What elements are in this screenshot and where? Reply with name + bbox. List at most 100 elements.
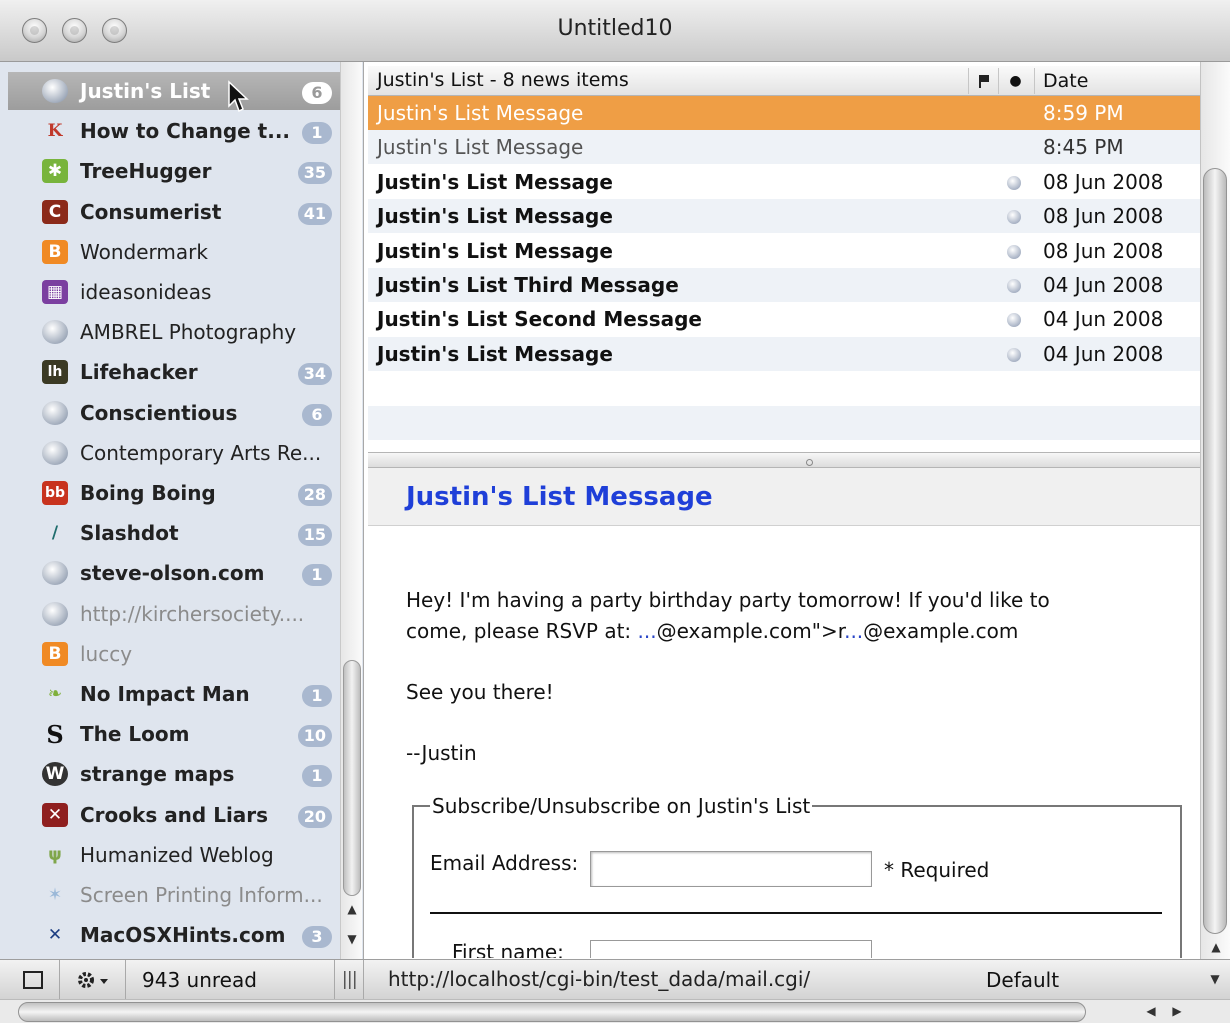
sidebar-item[interactable]: ❧ No Impact Man 1 (8, 675, 340, 713)
message-subject-cell: Justin's List Message (377, 238, 613, 263)
unread-badge: 6 (302, 82, 332, 104)
unread-dot-icon (1007, 313, 1021, 328)
body-line-3: See you there! (406, 680, 554, 704)
sidebar-item-label: How to Change t... (80, 119, 291, 144)
unread-badge: 41 (297, 202, 332, 225)
sidebar-item[interactable]: Contemporary Arts Re... (8, 434, 340, 472)
sidebar-item[interactable]: ▦ ideasonideas (8, 273, 340, 311)
sidebar-item-label: Justin's List (80, 79, 211, 103)
sidebar-item[interactable]: K How to Change t... 1 (8, 112, 340, 150)
blogger-icon: B (42, 239, 68, 264)
sidebar-item[interactable]: ✕ MacOSXHints.com 3 (8, 916, 340, 954)
message-row[interactable]: Justin's List Message 08 Jun 2008 (368, 199, 1200, 234)
wordpress-icon: W (42, 762, 68, 787)
message-row[interactable]: Justin's List Message 04 Jun 2008 (368, 336, 1200, 371)
sidebar-item[interactable]: B Wondermark (8, 233, 340, 271)
message-row[interactable]: Justin's List Third Message 04 Jun 2008 (368, 268, 1200, 302)
content-scroll-up-icon[interactable]: ▲ (1205, 936, 1227, 958)
content-scrollbar[interactable]: ▲ (1200, 62, 1230, 960)
message-subject-cell: Justin's List Second Message (377, 307, 702, 332)
message-date-cell: 04 Jun 2008 (1043, 341, 1164, 366)
treehugger-icon: ✱ (42, 159, 68, 184)
sidebar-item[interactable]: ψ Humanized Weblog (8, 836, 340, 874)
email-input[interactable] (590, 851, 872, 887)
status-url: http://localhost/cgi-bin/test_dada/mail.… (388, 967, 811, 991)
message-date-cell: 8:45 PM (1043, 135, 1124, 160)
unread-badge: 3 (302, 926, 332, 949)
sidebar-scrollbar[interactable]: ▲ ▼ (340, 62, 362, 959)
unread-count: 943 unread (142, 968, 257, 992)
gk-logo-icon: K (47, 121, 63, 142)
sidebar-item[interactable]: Justin's List 6 (8, 72, 340, 110)
sidebar-item[interactable]: ✱ TreeHugger 35 (8, 152, 340, 190)
sidebar-item[interactable]: lh Lifehacker 34 (8, 353, 340, 391)
horizontal-scrollbar[interactable]: ◀ ▶ (0, 999, 1230, 1023)
style-menu[interactable]: Default (986, 968, 1059, 992)
globe-icon (42, 440, 68, 465)
message-subject-cell: Justin's List Message (377, 135, 584, 160)
status-bar: 943 unread http://localhost/cgi-bin/test… (0, 959, 1230, 1000)
message-row[interactable]: Justin's List Second Message 04 Jun 2008 (368, 302, 1200, 336)
first-name-input[interactable] (590, 940, 872, 958)
sidebar-item[interactable]: Wstrange maps 1 (8, 755, 340, 793)
consumerist-icon: C (42, 199, 68, 224)
grip-icon (344, 971, 356, 989)
status-scroll-down-icon[interactable]: ▼ (1204, 968, 1226, 990)
sidebar-scroll-thumb[interactable] (343, 660, 361, 896)
sidebar-item[interactable]: Bluccy (8, 635, 340, 673)
message-row[interactable]: Justin's List Message 8:59 PM (368, 96, 1200, 130)
rsvp-link-2[interactable]: ... (844, 619, 863, 643)
message-row[interactable]: Justin's List Message 08 Jun 2008 (368, 165, 1200, 199)
message-subject-cell: Justin's List Message (377, 204, 613, 229)
lifehacker-icon: lh (42, 360, 68, 385)
pane-icon (23, 971, 43, 989)
flag-column-header[interactable] (968, 68, 996, 94)
crooks-liars-icon: ✕ (42, 802, 68, 827)
flag-icon (979, 75, 989, 88)
scroll-right-icon[interactable]: ▶ (1166, 1000, 1188, 1022)
signature: --Justin (406, 741, 477, 765)
sidebar-item-label: ideasonideas (80, 280, 212, 304)
blogger-icon: B (42, 641, 68, 666)
sidebar-item[interactable]: http://kirchersociety.... (8, 595, 340, 633)
date-column-header[interactable]: Date (1034, 68, 1200, 94)
subscribe-legend: Subscribe/Unsubscribe on Justin's List (430, 794, 813, 818)
sidebar-item[interactable]: steve-olson.com 1 (8, 554, 340, 592)
slashdot-icon: / (51, 523, 59, 544)
sidebar-item[interactable]: ✶ Screen Printing Inform... (8, 876, 340, 914)
pane-splitter[interactable] (368, 452, 1200, 468)
sidebar-item[interactable]: ✕ Crooks and Liars 20 (8, 796, 340, 834)
sidebar-item-label: http://kirchersociety.... (80, 601, 305, 626)
leaf-icon: ❧ (47, 684, 63, 704)
unread-column-header[interactable]: ● (998, 68, 1032, 94)
feed-sidebar: Justin's List 6 K How to Change t... 1 ✱ TreeH… (0, 62, 364, 959)
rsvp-link-1[interactable]: ... (638, 619, 657, 643)
first-name-label: First name: (452, 940, 564, 958)
resize-handle-icon[interactable] (334, 960, 364, 1000)
sidebar-item[interactable]: S The Loom 10 (8, 715, 340, 753)
sidebar-item-label: strange maps (80, 762, 235, 787)
message-body: Justin's List Message Hey! I'm having a … (368, 468, 1200, 958)
message-row[interactable]: Justin's List Message 08 Jun 2008 (368, 234, 1200, 268)
scroll-left-icon[interactable]: ◀ (1140, 1000, 1162, 1022)
body-line-2: come, please RSVP at: ...@example.com">r… (406, 619, 1018, 643)
sidebar-item-label: steve-olson.com (80, 561, 265, 586)
message-date-cell: 08 Jun 2008 (1043, 204, 1164, 229)
content-scroll-thumb[interactable] (1203, 168, 1227, 934)
sidebar-item[interactable]: AMBREL Photography (8, 313, 340, 351)
sidebar-item[interactable]: bb Boing Boing 28 (8, 474, 340, 512)
sidebar-item[interactable]: C Consumerist 41 (8, 193, 340, 231)
horizontal-scroll-thumb[interactable] (18, 1002, 1086, 1022)
sidebar-item[interactable]: / Slashdot 15 (8, 514, 340, 552)
toggle-pane-button[interactable] (0, 960, 60, 1000)
body-line-1: Hey! I'm having a party birthday party t… (406, 588, 1050, 612)
action-menu-button[interactable] (60, 960, 126, 1000)
sidebar-item-label: Boing Boing (80, 481, 216, 505)
list-title: Justin's List - 8 news items (377, 69, 629, 91)
scroll-up-arrow-icon[interactable]: ▲ (341, 898, 363, 920)
sidebar-item[interactable]: Conscientious 6 (8, 394, 340, 432)
scroll-down-arrow-icon[interactable]: ▼ (341, 928, 363, 950)
unread-dot-icon (1007, 347, 1021, 362)
body-line-2-mid: @example.com">r (656, 619, 845, 643)
message-row[interactable]: Justin's List Message 8:45 PM (368, 130, 1200, 165)
